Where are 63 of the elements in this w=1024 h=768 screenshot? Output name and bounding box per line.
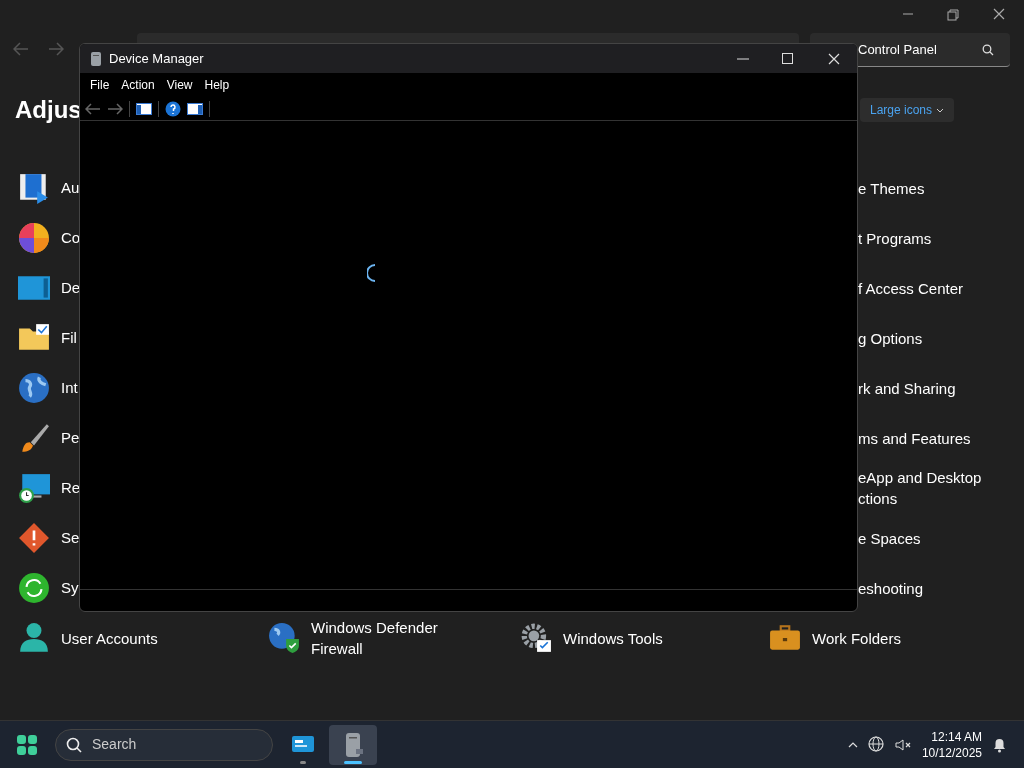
back-arrow-icon[interactable] xyxy=(85,102,101,115)
applet-link[interactable]: Windows Defender Firewall xyxy=(311,617,438,659)
close-icon[interactable] xyxy=(993,8,1005,20)
applet-link[interactable]: eApp and Desktop ctions xyxy=(858,467,982,509)
gear-check-icon xyxy=(520,622,552,654)
sync-circle-icon xyxy=(18,572,50,604)
loading-spinner-icon xyxy=(367,264,377,282)
forward-arrow-icon[interactable] xyxy=(107,102,123,115)
chevron-up-icon[interactable] xyxy=(847,741,858,748)
restore-icon[interactable] xyxy=(947,9,959,21)
search-field[interactable]: Search xyxy=(55,728,273,761)
monitor-clock-icon xyxy=(18,472,50,504)
panel-icon[interactable] xyxy=(187,102,203,115)
view-by-dropdown[interactable]: Large icons xyxy=(860,98,955,122)
applet-link[interactable]: ms and Features xyxy=(858,427,971,449)
applet-link[interactable]: f Access Center xyxy=(858,277,964,299)
bell-icon[interactable] xyxy=(992,736,1007,753)
panel-icon[interactable] xyxy=(136,102,152,115)
page-heading: Adjus xyxy=(15,95,82,125)
clock-time[interactable]: 12:14 AM xyxy=(931,728,982,745)
applet-link[interactable]: e Spaces xyxy=(858,527,921,549)
menu-item[interactable]: View xyxy=(160,76,199,94)
speaker-muted-icon[interactable] xyxy=(894,737,912,752)
media-window-icon xyxy=(18,172,50,204)
warning-diamond-icon xyxy=(18,522,50,554)
start-icon[interactable] xyxy=(17,734,37,755)
clock-date[interactable]: 10/12/2025 xyxy=(921,744,982,761)
minimize-icon[interactable] xyxy=(737,57,749,60)
applet-link[interactable]: Re xyxy=(61,476,81,500)
globe-shield-icon xyxy=(268,622,300,654)
applet-link[interactable]: eshooting xyxy=(858,577,924,599)
applet-link[interactable]: Co xyxy=(61,226,81,250)
applet-link[interactable]: e Themes xyxy=(858,177,925,199)
search-placeholder: Control Panel xyxy=(858,40,937,59)
applet-link[interactable]: Int xyxy=(61,376,78,400)
applet-link[interactable]: t Programs xyxy=(858,227,932,249)
help-icon[interactable] xyxy=(165,100,181,117)
menu-item[interactable]: Help xyxy=(198,76,236,94)
search-placeholder: Search xyxy=(92,735,137,754)
globe-icon xyxy=(18,372,50,404)
applet-link[interactable]: Sy xyxy=(61,576,79,600)
applet-link[interactable]: g Options xyxy=(858,327,923,349)
menu-item[interactable]: File xyxy=(84,76,116,94)
menu-item[interactable]: Action xyxy=(115,76,161,94)
applet-link[interactable]: Windows Tools xyxy=(563,627,663,649)
applet-link[interactable]: Fil xyxy=(61,326,77,350)
applet-link[interactable]: Work Folders xyxy=(812,627,901,649)
applet-link[interactable]: rk and Sharing xyxy=(858,377,956,399)
maximize-icon[interactable] xyxy=(782,53,793,64)
search-icon xyxy=(982,43,994,56)
applet-link[interactable]: De xyxy=(61,276,81,300)
search-icon xyxy=(66,736,82,753)
applet-link[interactable]: Se xyxy=(61,526,80,550)
color-wheel-icon xyxy=(18,222,50,254)
computer-tower-icon xyxy=(90,50,102,67)
applet-link[interactable]: User Accounts xyxy=(61,627,158,649)
window-title: Device Manager xyxy=(109,49,204,68)
chevron-down-icon xyxy=(936,107,945,113)
applet-link[interactable]: Au xyxy=(61,176,80,200)
taskbar-app[interactable] xyxy=(329,724,377,765)
person-icon xyxy=(18,622,50,654)
globe-icon[interactable] xyxy=(867,736,885,753)
applet-link[interactable]: Pe xyxy=(61,426,80,450)
